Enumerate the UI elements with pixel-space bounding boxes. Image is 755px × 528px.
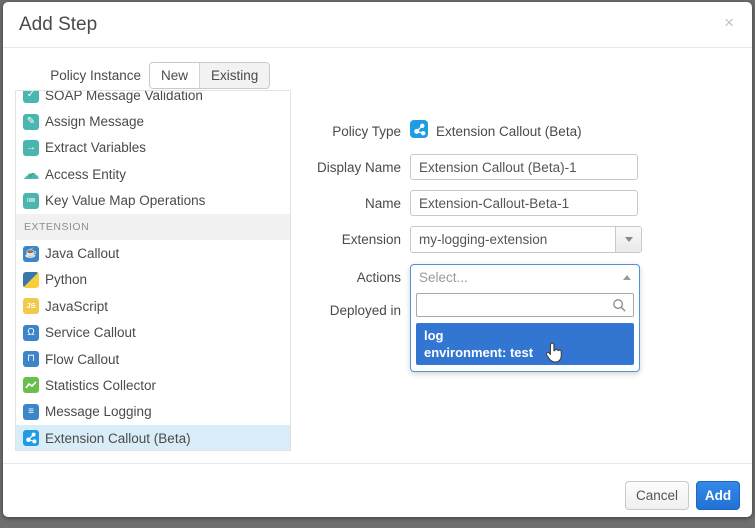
list-item-javascript[interactable]: JS JavaScript — [16, 293, 290, 319]
list-item-extract-variables[interactable]: → Extract Variables — [16, 135, 290, 161]
mouse-cursor-icon — [543, 342, 564, 370]
list-item-label: Assign Message — [45, 114, 144, 129]
list-item-label: Statistics Collector — [45, 378, 156, 393]
chevron-up-icon — [623, 275, 631, 280]
policy-instance-label: Policy Instance — [43, 68, 141, 83]
list-item-label: Access Entity — [45, 167, 126, 182]
add-button[interactable]: Add — [696, 481, 740, 510]
actions-option-name: log — [424, 327, 626, 344]
service-callout-icon: Ω — [23, 325, 39, 341]
close-icon[interactable]: × — [724, 13, 734, 33]
list-item-soap-message-validation[interactable]: ✓ SOAP Message Validation — [16, 90, 290, 108]
actions-option-log[interactable]: log environment: test — [416, 323, 634, 365]
message-logging-icon: ≡ — [23, 404, 39, 420]
key-value-map-operations-icon: ≔ — [23, 193, 39, 209]
list-item-extension-callout-beta[interactable]: Extension Callout (Beta) — [16, 425, 290, 451]
actions-label: Actions — [273, 270, 401, 285]
extension-select[interactable]: my-logging-extension — [410, 226, 642, 253]
statistics-collector-icon — [23, 377, 39, 393]
policy-type-label: Policy Type — [273, 124, 401, 139]
list-item-flow-callout[interactable]: ⊓ Flow Callout — [16, 346, 290, 372]
add-step-modal: Add Step × Policy Instance New Existing … — [3, 2, 752, 517]
list-item-statistics-collector[interactable]: Statistics Collector — [16, 372, 290, 398]
list-item-label: Python — [45, 272, 87, 287]
list-item-access-entity[interactable]: ☁✓ Access Entity — [16, 161, 290, 187]
list-item-java-callout[interactable]: ☕ Java Callout — [16, 240, 290, 266]
list-item-label: Service Callout — [45, 325, 136, 340]
extension-label: Extension — [273, 232, 401, 247]
actions-option-detail: environment: test — [424, 344, 626, 361]
policy-instance-toggle: New Existing — [149, 62, 270, 89]
javascript-icon: JS — [23, 298, 39, 314]
actions-search-input[interactable] — [416, 293, 634, 317]
header-divider — [3, 47, 752, 48]
policy-type-list: ✓ SOAP Message Validation ✎ Assign Messa… — [15, 90, 291, 451]
extension-select-button[interactable] — [615, 227, 641, 252]
policy-type-extension-callout-icon — [410, 120, 428, 138]
list-item-python[interactable]: Python — [16, 267, 290, 293]
list-item-label: Extension Callout (Beta) — [45, 431, 191, 446]
extension-callout-icon — [23, 430, 39, 446]
list-item-label: Key Value Map Operations — [45, 193, 205, 208]
page-title: Add Step — [19, 14, 97, 36]
list-item-label: Extract Variables — [45, 140, 146, 155]
list-item-label: Flow Callout — [45, 352, 119, 367]
deployed-in-label: Deployed in — [273, 303, 401, 318]
java-callout-icon: ☕ — [23, 246, 39, 262]
python-icon — [23, 272, 39, 288]
name-label: Name — [273, 196, 401, 211]
list-item-assign-message[interactable]: ✎ Assign Message — [16, 108, 290, 134]
search-icon — [612, 298, 627, 318]
list-item-service-callout[interactable]: Ω Service Callout — [16, 320, 290, 346]
list-item-message-logging[interactable]: ≡ Message Logging — [16, 399, 290, 425]
actions-select-placeholder: Select... — [419, 270, 623, 285]
policy-type-value: Extension Callout (Beta) — [436, 124, 582, 139]
extension-select-value: my-logging-extension — [411, 227, 615, 252]
list-item-key-value-map-operations[interactable]: ≔ Key Value Map Operations — [16, 188, 290, 214]
list-item-label: Message Logging — [45, 404, 152, 419]
chevron-down-icon — [625, 237, 633, 242]
extract-variables-icon: → — [23, 140, 39, 156]
access-entity-icon: ☁✓ — [23, 166, 39, 182]
actions-dropdown: Select... log environment: test — [410, 264, 640, 372]
flow-callout-icon: ⊓ — [23, 351, 39, 367]
list-item-label: SOAP Message Validation — [45, 90, 203, 103]
extension-section-header: EXTENSION — [16, 214, 290, 240]
list-item-label: Java Callout — [45, 246, 119, 261]
name-field[interactable] — [410, 190, 638, 216]
soap-message-validation-icon: ✓ — [23, 90, 39, 103]
assign-message-icon: ✎ — [23, 114, 39, 130]
toggle-existing-button[interactable]: Existing — [200, 63, 269, 88]
toggle-new-button[interactable]: New — [150, 63, 200, 88]
display-name-label: Display Name — [273, 160, 401, 175]
display-name-field[interactable] — [410, 154, 638, 180]
footer-divider — [3, 463, 752, 464]
actions-select[interactable]: Select... — [411, 265, 639, 289]
cancel-button[interactable]: Cancel — [625, 481, 689, 510]
list-item-label: JavaScript — [45, 299, 108, 314]
